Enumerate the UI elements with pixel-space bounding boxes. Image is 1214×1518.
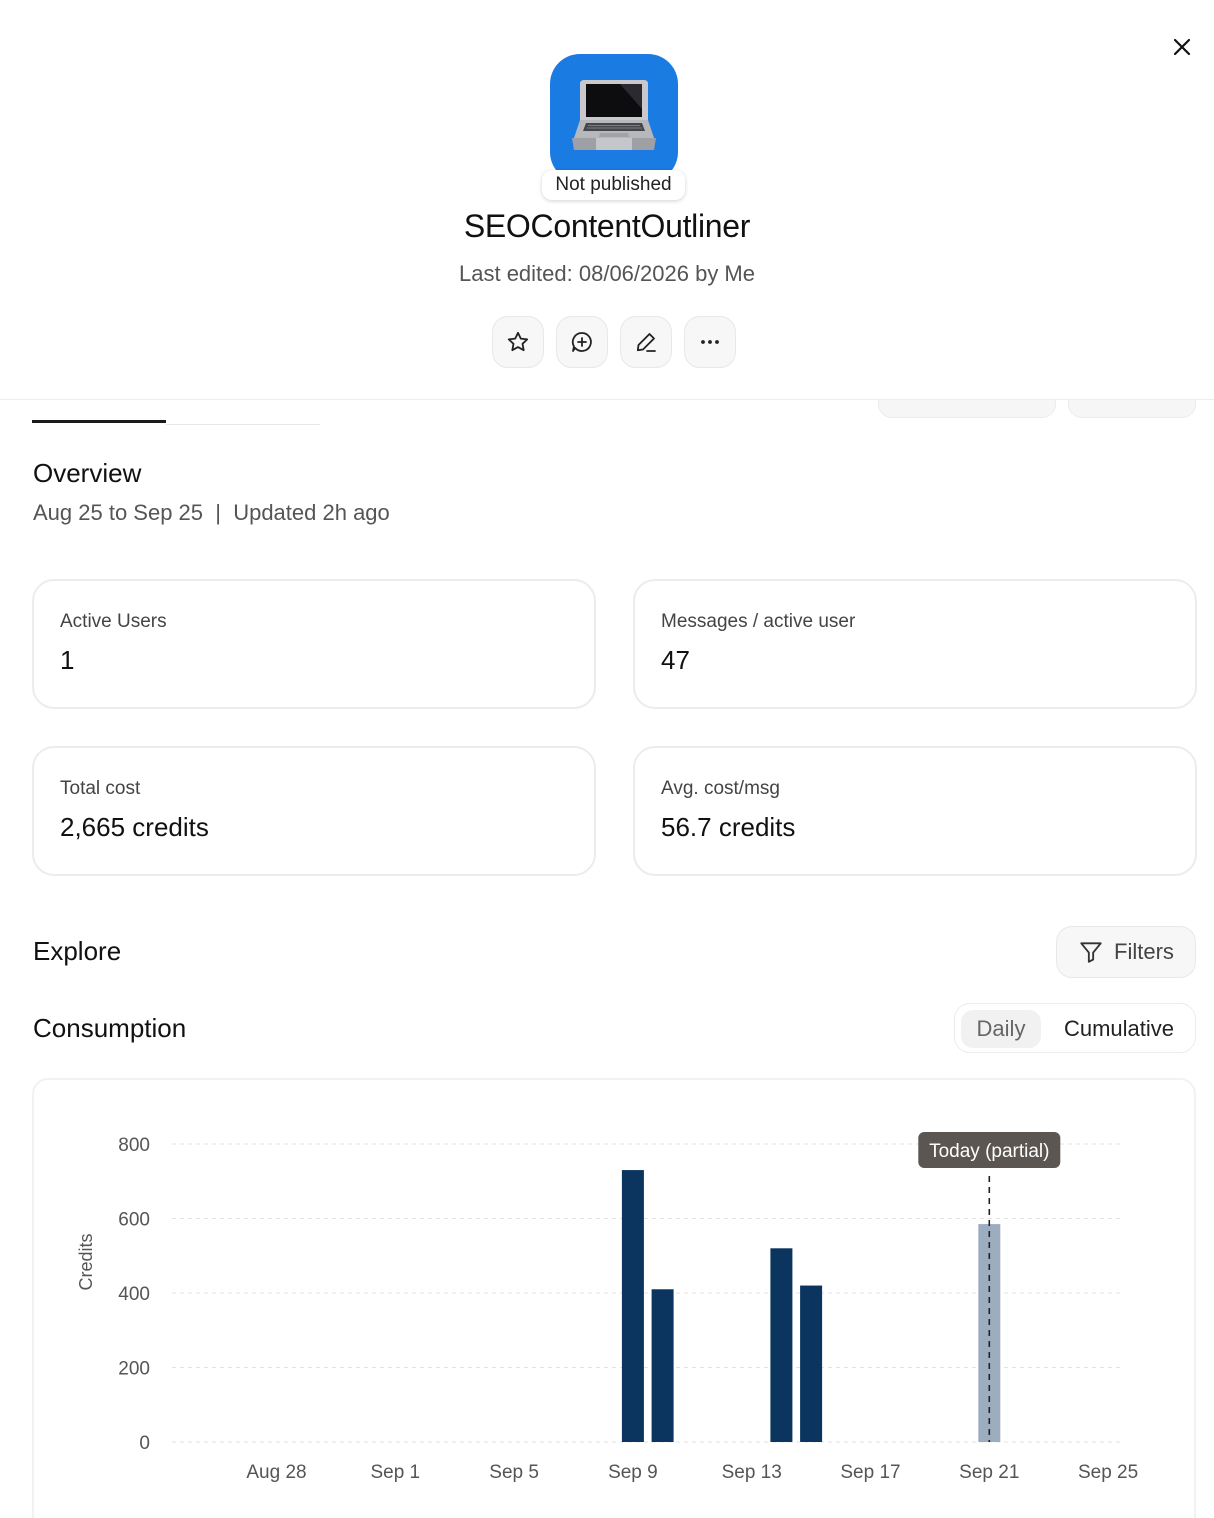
consumption-view-toggle: Daily Cumulative bbox=[954, 1003, 1196, 1053]
tab-active-indicator bbox=[32, 420, 166, 423]
bar bbox=[800, 1285, 823, 1442]
stat-label: Avg. cost/msg bbox=[661, 778, 780, 799]
app-header: Not published SEOContentOutliner Last ed… bbox=[0, 0, 1214, 400]
bar bbox=[651, 1289, 674, 1442]
filter-icon bbox=[1080, 942, 1102, 963]
x-tick-label: Sep 17 bbox=[840, 1462, 900, 1483]
bar bbox=[621, 1170, 644, 1442]
filters-button[interactable]: Filters bbox=[1056, 926, 1196, 978]
chat-plus-icon bbox=[571, 332, 592, 352]
status-badge: Not published bbox=[542, 170, 685, 200]
consumption-chart: 0 200 400 600 800 Credits Aug 28 Sep 1 Sep 5 Sep … bbox=[32, 1078, 1196, 1518]
last-edited-text: Last edited: 08/06/2026 by Me bbox=[459, 261, 755, 286]
overview-subtitle: Aug 25 to Sep 25 | Updated 2h ago bbox=[33, 500, 390, 525]
new-chat-button[interactable] bbox=[556, 316, 608, 368]
y-tick-label: 400 bbox=[118, 1284, 150, 1305]
stat-value: 56.7 credits bbox=[661, 812, 796, 842]
consumption-chart-svg: 0 200 400 600 800 Credits Aug 28 Sep 1 Sep 5 Sep … bbox=[76, 1132, 1138, 1483]
x-tick-label: Sep 13 bbox=[722, 1462, 782, 1483]
stat-card-total-cost: Total cost 2,665 credits bbox=[32, 746, 596, 876]
explore-title: Explore bbox=[33, 936, 122, 966]
toggle-daily[interactable]: Daily bbox=[961, 1010, 1041, 1048]
stat-card-messages-per-user: Messages / active user 47 bbox=[633, 579, 1197, 709]
stat-card-active-users: Active Users 1 bbox=[32, 579, 596, 709]
x-tick-label: Sep 1 bbox=[370, 1462, 420, 1483]
stat-value: 1 bbox=[60, 645, 75, 675]
y-tick-label: 0 bbox=[139, 1433, 150, 1454]
close-button[interactable] bbox=[1166, 31, 1198, 63]
filters-label: Filters bbox=[1114, 939, 1174, 964]
toggle-cumulative[interactable]: Cumulative bbox=[1047, 1010, 1191, 1048]
consumption-title: Consumption bbox=[33, 1013, 187, 1043]
more-options-button[interactable] bbox=[684, 316, 736, 368]
page-title: SEOContentOutliner bbox=[463, 208, 751, 244]
y-tick-label: 600 bbox=[118, 1210, 150, 1231]
x-tick-label: Aug 28 bbox=[246, 1462, 306, 1483]
laptop-icon bbox=[572, 80, 656, 150]
stat-value: 47 bbox=[661, 645, 690, 675]
y-tick-label: 200 bbox=[118, 1359, 150, 1380]
overview-title: Overview bbox=[33, 458, 142, 488]
x-tick-label: Sep 25 bbox=[1078, 1462, 1138, 1483]
pencil-icon bbox=[636, 333, 656, 352]
app-icon bbox=[550, 54, 678, 182]
x-tick-label: Sep 9 bbox=[608, 1462, 658, 1483]
bar bbox=[770, 1248, 793, 1442]
favorite-button[interactable] bbox=[492, 316, 544, 368]
tab-bar-divider bbox=[166, 424, 320, 425]
stat-label: Total cost bbox=[60, 778, 141, 799]
close-icon bbox=[1173, 38, 1191, 56]
stat-label: Active Users bbox=[60, 611, 167, 632]
more-horizontal-icon bbox=[701, 340, 719, 344]
edit-button[interactable] bbox=[620, 316, 672, 368]
stat-value: 2,665 credits bbox=[60, 812, 209, 842]
star-icon bbox=[507, 331, 529, 352]
today-tooltip-label: Today (partial) bbox=[929, 1141, 1049, 1162]
stat-label: Messages / active user bbox=[661, 611, 856, 632]
y-tick-label: 800 bbox=[118, 1135, 150, 1156]
stat-card-avg-cost: Avg. cost/msg 56.7 credits bbox=[633, 746, 1197, 876]
x-tick-label: Sep 5 bbox=[489, 1462, 539, 1483]
y-axis-label: Credits bbox=[76, 1233, 96, 1290]
x-tick-label: Sep 21 bbox=[959, 1462, 1019, 1483]
